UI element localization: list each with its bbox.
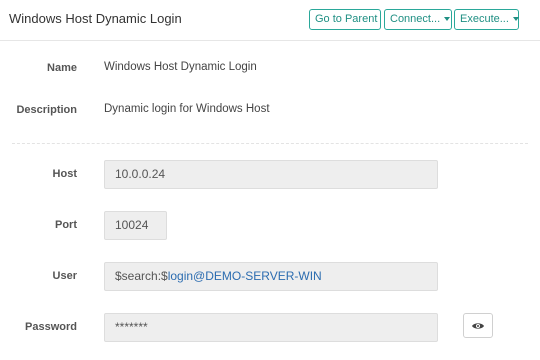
go-to-parent-label: Go to Parent	[315, 13, 378, 25]
name-label: Name	[47, 62, 77, 74]
eye-icon	[472, 322, 484, 329]
caret-down-icon	[444, 17, 451, 22]
execute-button[interactable]: Execute...	[454, 9, 519, 30]
password-value: *******	[115, 320, 148, 334]
host-field[interactable]: 10.0.0.24	[104, 160, 438, 189]
user-value-login: login@DEMO-SERVER-WIN	[167, 269, 322, 283]
connect-button[interactable]: Connect...	[384, 9, 452, 30]
port-value: 10024	[115, 218, 149, 232]
description-label: Description	[16, 104, 77, 116]
header-bar: Windows Host Dynamic Login Go to Parent …	[0, 0, 540, 41]
user-field[interactable]: $search:$login@DEMO-SERVER-WIN	[104, 262, 438, 291]
host-value: 10.0.0.24	[115, 167, 166, 181]
connect-label: Connect...	[390, 13, 441, 25]
user-label: User	[52, 270, 77, 282]
port-label: Port	[55, 219, 77, 231]
reveal-password-button[interactable]	[463, 313, 493, 338]
execute-label: Execute...	[460, 13, 509, 25]
go-to-parent-button[interactable]: Go to Parent	[309, 9, 381, 30]
user-value-prefix: $search:$	[115, 269, 168, 283]
port-field[interactable]: 10024	[104, 211, 167, 240]
description-value: Dynamic login for Windows Host	[104, 103, 270, 115]
name-value: Windows Host Dynamic Login	[104, 61, 257, 73]
page-title: Windows Host Dynamic Login	[9, 11, 182, 26]
section-divider	[12, 143, 528, 144]
password-field[interactable]: *******	[104, 313, 438, 342]
caret-down-icon	[512, 17, 519, 22]
password-label: Password	[25, 321, 77, 333]
host-label: Host	[52, 168, 77, 180]
